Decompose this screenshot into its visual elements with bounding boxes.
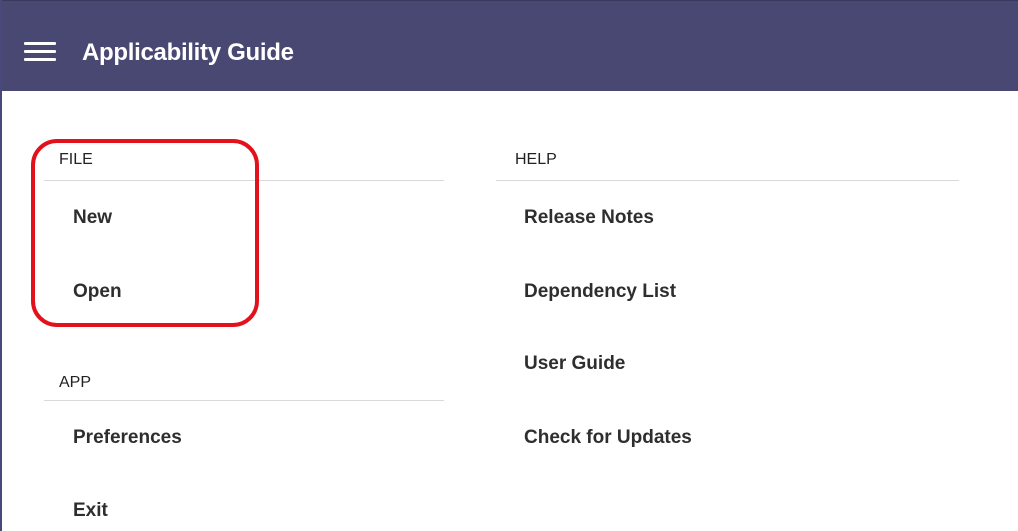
menu-item-preferences[interactable]: Preferences [73, 426, 182, 450]
menu-item-user-guide[interactable]: User Guide [524, 352, 625, 376]
menu-item-check-for-updates[interactable]: Check for Updates [524, 426, 692, 450]
help-section-divider [496, 180, 959, 181]
menu-item-new[interactable]: New [73, 206, 112, 230]
menu-icon-line [24, 42, 56, 45]
app-title: Applicability Guide [82, 39, 294, 66]
menu-item-dependency-list[interactable]: Dependency List [524, 280, 676, 304]
hamburger-menu-icon[interactable] [24, 42, 58, 66]
file-section-header: FILE [59, 151, 93, 168]
app-section-header: APP [59, 374, 92, 391]
menu-icon-line [24, 58, 56, 61]
app-section-divider [44, 400, 444, 401]
menu-item-open[interactable]: Open [73, 280, 122, 304]
menu-icon-line [24, 50, 56, 53]
help-section-header: HELP [515, 151, 557, 168]
application-window: Applicability Guide FILE New Open APP Pr… [0, 0, 1018, 531]
menu-item-release-notes[interactable]: Release Notes [524, 206, 654, 230]
menu-item-exit[interactable]: Exit [73, 499, 108, 523]
file-section-divider [44, 180, 444, 181]
title-bar: Applicability Guide [2, 0, 1018, 91]
